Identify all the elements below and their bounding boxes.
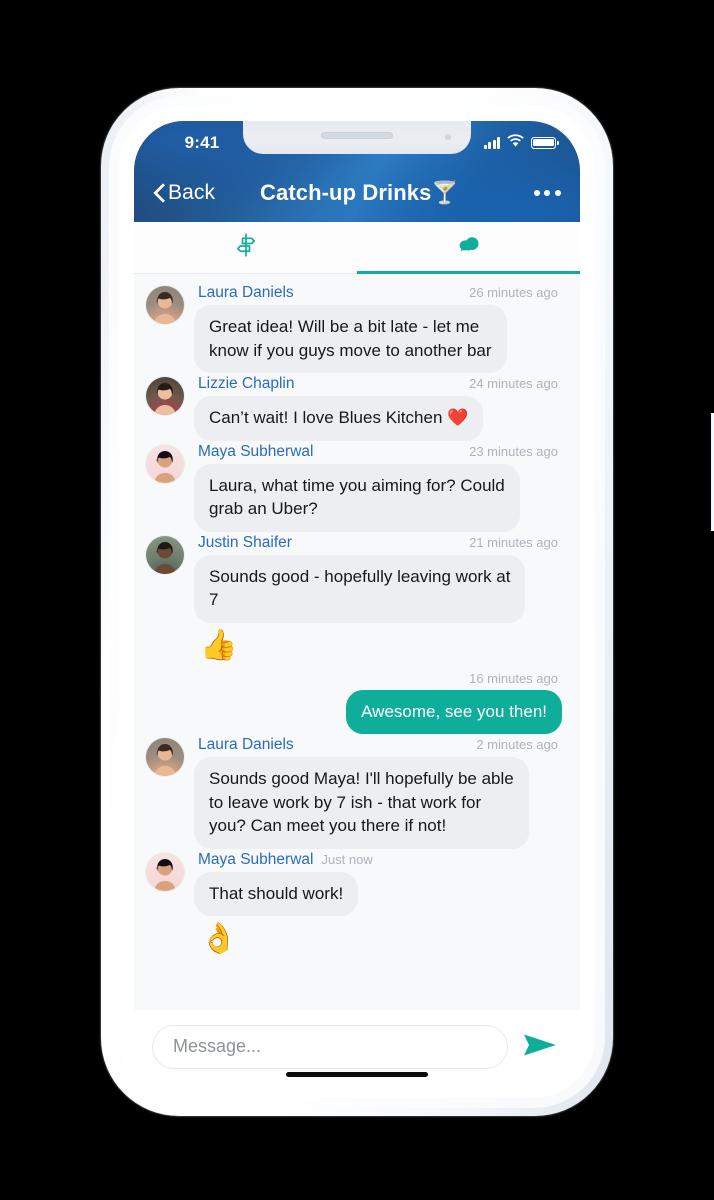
message-timestamp: 26 minutes ago	[469, 285, 558, 300]
navigation-bar: Back Catch-up Drinks🍸	[134, 164, 580, 222]
message-timestamp: 21 minutes ago	[469, 534, 558, 550]
message-bubble[interactable]: Great idea! Will be a bit late - let me …	[194, 305, 507, 373]
message-row: Maya Subherwal Just now That should work! 👌	[134, 851, 580, 959]
signpost-icon	[232, 231, 260, 264]
screenshot-stage: 9:41 Back Catch-up Drinks🍸 Laura Daniels…	[0, 0, 714, 1200]
front-camera-icon	[445, 134, 451, 140]
message-reaction[interactable]: 👍	[194, 623, 562, 665]
message-bubble[interactable]: Awesome, see you then!	[346, 689, 562, 734]
back-button-label: Back	[168, 181, 216, 204]
chevron-left-icon	[154, 184, 165, 203]
message-row: Lizzie Chaplin 24 minutes ago Can’t wait! …	[134, 375, 580, 441]
tab-bar	[134, 222, 580, 274]
message-meta: Lizzie Chaplin 24 minutes ago	[194, 375, 562, 396]
message-meta: Laura Daniels 2 minutes ago	[194, 736, 562, 757]
back-button[interactable]: Back	[154, 181, 260, 205]
message-body: Maya Subherwal Just now That should work! 👌	[184, 851, 562, 959]
message-timestamp: 16 minutes ago	[469, 670, 558, 686]
phone-screen: 9:41 Back Catch-up Drinks🍸 Laura Daniels…	[134, 121, 580, 1083]
message-row: Justin Shaifer 21 minutes ago Sounds good …	[134, 534, 580, 665]
message-timestamp: Just now	[321, 851, 373, 867]
message-thread[interactable]: Laura Daniels 26 minutes ago Great idea! W…	[134, 274, 580, 1010]
status-bar-icons	[483, 133, 559, 152]
lizzie-chaplin-avatar[interactable]	[146, 377, 184, 415]
status-bar-time: 9:41	[184, 132, 220, 152]
message-row: Laura Daniels 2 minutes ago Sounds good Ma…	[134, 736, 580, 849]
tab-plans[interactable]	[134, 222, 357, 273]
page-title: Catch-up Drinks🍸	[260, 180, 459, 206]
message-bubble[interactable]: Sounds good Maya! I'll hopefully be able…	[194, 757, 529, 849]
message-row: Laura Daniels 26 minutes ago Great idea! W…	[134, 284, 580, 373]
message-row: Maya Subherwal 23 minutes ago Laura, what …	[134, 443, 580, 532]
tab-chat[interactable]	[357, 222, 580, 274]
maya-subherwal-avatar[interactable]	[146, 852, 184, 891]
message-row-outgoing: 16 minutes ago Awesome, see you then!	[134, 667, 580, 734]
message-meta: Maya Subherwal 23 minutes ago	[194, 443, 562, 464]
laura-daniels-avatar[interactable]	[146, 738, 184, 776]
tab-plans-underline	[134, 271, 357, 274]
laura-daniels-avatar[interactable]	[146, 286, 184, 324]
message-bubble[interactable]: Sounds good - hopefully leaving work at …	[194, 554, 526, 623]
cellular-signal-icon	[483, 136, 500, 149]
more-options-icon[interactable]	[459, 190, 565, 196]
send-button[interactable]	[516, 1025, 566, 1069]
message-sender[interactable]: Maya Subherwal	[198, 851, 313, 869]
battery-icon	[531, 136, 559, 149]
message-body: Laura Daniels 2 minutes ago Sounds good Ma…	[184, 736, 562, 849]
message-sender[interactable]: Maya Subherwal	[198, 443, 313, 461]
tab-chat-underline	[357, 271, 580, 274]
justin-shaifer-avatar[interactable]	[146, 535, 184, 574]
message-sender[interactable]: Justin Shaifer	[198, 534, 292, 552]
message-input[interactable]	[152, 1024, 508, 1069]
send-arrow-icon	[522, 1030, 560, 1063]
page-title-text: Catch-up Drinks	[260, 180, 432, 205]
message-body: Justin Shaifer 21 minutes ago Sounds good …	[184, 534, 562, 665]
message-meta: Laura Daniels 26 minutes ago	[194, 284, 562, 305]
message-meta: Maya Subherwal Just now	[194, 851, 562, 872]
message-body: Lizzie Chaplin 24 minutes ago Can’t wait! …	[184, 375, 562, 441]
message-sender[interactable]: Lizzie Chaplin	[198, 375, 295, 393]
wifi-icon	[507, 133, 524, 152]
message-timestamp: 24 minutes ago	[469, 376, 558, 391]
message-timestamp: 23 minutes ago	[469, 443, 558, 459]
message-bubble[interactable]: Laura, what time you aiming for? Could g…	[194, 463, 520, 532]
message-bubble[interactable]: That should work!	[194, 871, 359, 916]
message-reaction[interactable]: 👌	[194, 916, 562, 958]
chat-bubbles-icon	[455, 231, 483, 264]
home-indicator[interactable]	[286, 1071, 428, 1077]
message-sender[interactable]: Laura Daniels	[198, 284, 294, 302]
message-sender[interactable]: Laura Daniels	[198, 736, 294, 754]
device-notch	[243, 121, 471, 154]
message-timestamp: 2 minutes ago	[476, 737, 558, 752]
phone-bezel: 9:41 Back Catch-up Drinks🍸 Laura Daniels…	[119, 106, 595, 1098]
earpiece-speaker-icon	[321, 132, 393, 139]
message-meta: Justin Shaifer 21 minutes ago	[194, 534, 562, 555]
message-body: Maya Subherwal 23 minutes ago Laura, what …	[184, 443, 562, 532]
maya-subherwal-avatar[interactable]	[146, 444, 184, 483]
message-bubble[interactable]: Can’t wait! I love Blues Kitchen ❤️	[194, 396, 484, 441]
message-body: Laura Daniels 26 minutes ago Great idea! W…	[184, 284, 562, 373]
cocktail-icon: 🍸	[431, 180, 459, 205]
phone-device-frame: 9:41 Back Catch-up Drinks🍸 Laura Daniels…	[101, 88, 714, 1116]
